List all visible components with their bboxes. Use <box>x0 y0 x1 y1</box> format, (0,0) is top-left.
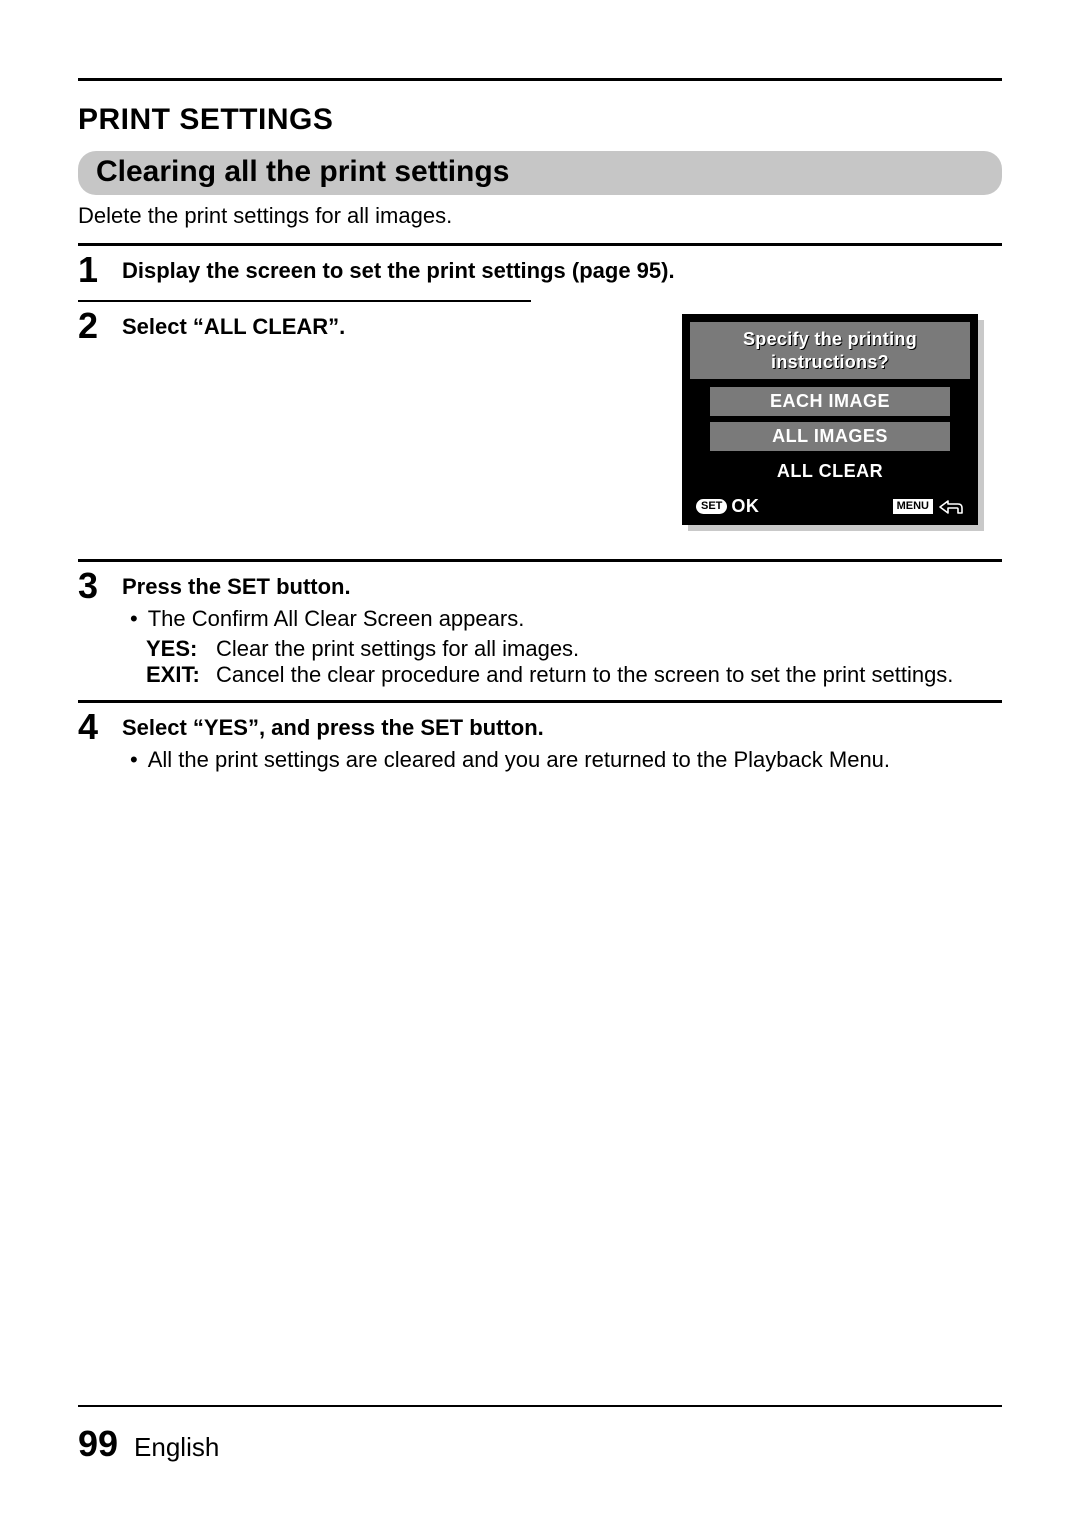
subsection-title: Clearing all the print settings <box>96 155 509 188</box>
menu-box-icon: MENU <box>892 498 934 514</box>
step-3: 3 Press the SET button. • The Confirm Al… <box>78 568 1002 688</box>
bullet-item: • All the print settings are cleared and… <box>122 747 1002 773</box>
lcd-option-each-image: EACH IMAGE <box>710 387 950 416</box>
lcd-footer: SET OK MENU <box>690 490 970 519</box>
rule-before-step2 <box>78 300 531 302</box>
lcd-menu-return: MENU <box>892 498 964 514</box>
intro-text: Delete the print settings for all images… <box>78 203 1002 229</box>
bullet-item: • The Confirm All Clear Screen appears. <box>122 606 1002 632</box>
lcd-header-line2: instructions? <box>771 352 889 372</box>
page-number: 99 <box>78 1423 118 1465</box>
rule-before-step4 <box>78 700 1002 703</box>
option-yes-row: YES: Clear the print settings for all im… <box>146 636 1002 662</box>
option-value: Cancel the clear procedure and return to… <box>216 662 1002 688</box>
lcd-option-all-images: ALL IMAGES <box>710 422 950 451</box>
step-number: 4 <box>78 709 104 745</box>
section-title: PRINT SETTINGS <box>78 103 1002 137</box>
bullet-dot-icon: • <box>130 606 138 632</box>
step-number: 1 <box>78 252 104 288</box>
step-2: 2 Select “ALL CLEAR”. Specify the printi… <box>78 308 1002 547</box>
lcd-header-line1: Specify the printing <box>743 329 917 349</box>
lcd-options: EACH IMAGE ALL IMAGES ALL CLEAR <box>690 379 970 490</box>
step-title: Press the SET button. <box>122 574 1002 600</box>
step-number: 3 <box>78 568 104 604</box>
return-arrow-icon <box>938 499 964 515</box>
bullet-dot-icon: • <box>130 747 138 773</box>
page-language: English <box>134 1432 219 1463</box>
option-value: Clear the print settings for all images. <box>216 636 1002 662</box>
rule-before-step1 <box>78 243 1002 246</box>
step-number: 2 <box>78 308 104 344</box>
rule-footer <box>78 1405 1002 1407</box>
page-footer: 99 English <box>78 1423 219 1465</box>
rule-top <box>78 78 1002 81</box>
camera-lcd-screen: Specify the printing instructions? EACH … <box>682 314 978 525</box>
manual-page: PRINT SETTINGS Clearing all the print se… <box>0 0 1080 1521</box>
option-key: EXIT: <box>146 662 208 688</box>
rule-before-step3 <box>78 559 1002 562</box>
step-title: Display the screen to set the print sett… <box>122 258 1002 284</box>
lcd-ok-label: OK <box>731 496 759 517</box>
option-key: YES: <box>146 636 208 662</box>
lcd-header: Specify the printing instructions? <box>690 322 970 379</box>
step-4: 4 Select “YES”, and press the SET button… <box>78 709 1002 773</box>
step-1: 1 Display the screen to set the print se… <box>78 252 1002 288</box>
bullet-text: The Confirm All Clear Screen appears. <box>148 606 1002 632</box>
subsection-bar: Clearing all the print settings <box>78 151 1002 195</box>
step-title: Select “YES”, and press the SET button. <box>122 715 1002 741</box>
option-exit-row: EXIT: Cancel the clear procedure and ret… <box>146 662 1002 688</box>
step-title: Select “ALL CLEAR”. <box>122 314 658 340</box>
set-pill-icon: SET <box>696 499 727 513</box>
bullet-text: All the print settings are cleared and y… <box>148 747 1002 773</box>
lcd-set-ok: SET OK <box>696 496 759 517</box>
lcd-option-all-clear: ALL CLEAR <box>710 457 950 486</box>
